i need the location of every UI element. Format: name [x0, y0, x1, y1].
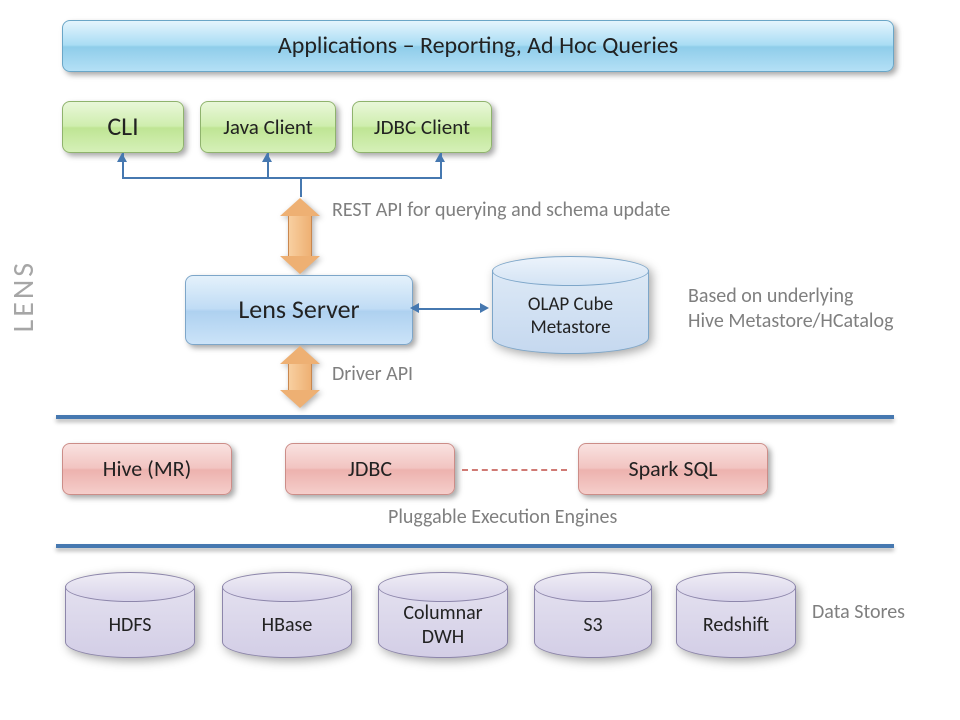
client-cli: CLI — [62, 101, 184, 153]
annotation-engines: Pluggable Execution Engines — [388, 505, 617, 530]
arrowhead-icon — [480, 303, 489, 313]
client-java: Java Client — [200, 101, 336, 153]
annotation-stores-text: Data Stores — [812, 600, 905, 624]
lens-server: Lens Server — [185, 275, 413, 345]
metastore-label-l2: Metastore — [530, 316, 610, 339]
connector — [300, 177, 302, 197]
annotation-metastore-l2: Hive Metastore/HCatalog — [688, 309, 893, 333]
annotation-driver-api: Driver API — [332, 362, 413, 387]
lens-server-label: Lens Server — [238, 295, 359, 325]
store-redshift-label: Redshift — [703, 613, 769, 637]
connector — [122, 177, 442, 179]
engine-jdbc: JDBC — [285, 443, 455, 495]
engine-jdbc-label: JDBC — [348, 456, 392, 481]
client-jdbc: JDBC Client — [352, 101, 492, 153]
store-s3-label: S3 — [583, 613, 602, 637]
engine-spark: Spark SQL — [578, 443, 768, 495]
annotation-rest-api: REST API for querying and schema update — [332, 198, 670, 223]
annotation-metastore: Based on underlying Hive Metastore/HCata… — [688, 284, 893, 334]
client-jdbc-label: JDBC Client — [374, 115, 470, 139]
engine-spark-label: Spark SQL — [628, 456, 717, 481]
client-cli-label: CLI — [107, 112, 138, 142]
applications-header-label: Applications – Reporting, Ad Hoc Queries — [278, 32, 678, 60]
store-columnar: Columnar DWH — [378, 586, 508, 658]
connector — [413, 308, 485, 310]
divider — [56, 415, 894, 419]
arrowhead-icon — [117, 153, 127, 162]
annotation-engines-text: Pluggable Execution Engines — [388, 505, 617, 529]
engine-hive: Hive (MR) — [62, 443, 232, 495]
metastore-label-l1: OLAP Cube — [528, 293, 613, 316]
olap-cube-metastore: OLAP Cube Metastore — [492, 270, 649, 354]
dashed-connector — [462, 469, 567, 471]
section-label-lens: LENS — [5, 260, 42, 332]
applications-header: Applications – Reporting, Ad Hoc Queries — [62, 20, 894, 72]
annotation-metastore-l1: Based on underlying — [688, 284, 853, 308]
store-hdfs: HDFS — [65, 586, 195, 658]
store-columnar-l1: Columnar — [403, 601, 482, 625]
divider — [56, 544, 894, 548]
store-hbase: HBase — [222, 586, 352, 658]
store-hbase-label: HBase — [262, 613, 313, 637]
arrowhead-icon — [435, 153, 445, 162]
annotation-driver-api-text: Driver API — [332, 362, 413, 386]
annotation-stores: Data Stores — [812, 600, 905, 625]
engine-hive-label: Hive (MR) — [103, 456, 192, 481]
store-redshift: Redshift — [676, 586, 796, 658]
store-columnar-l2: DWH — [422, 625, 464, 649]
store-s3: S3 — [534, 586, 652, 658]
client-java-label: Java Client — [223, 115, 313, 139]
annotation-rest-api-text: REST API for querying and schema update — [332, 198, 670, 222]
driver-api-arrow-icon — [280, 346, 320, 408]
store-hdfs-label: HDFS — [109, 613, 152, 637]
arrowhead-icon — [262, 153, 272, 162]
arrowhead-icon — [410, 303, 419, 313]
rest-api-arrow-icon — [280, 198, 320, 274]
